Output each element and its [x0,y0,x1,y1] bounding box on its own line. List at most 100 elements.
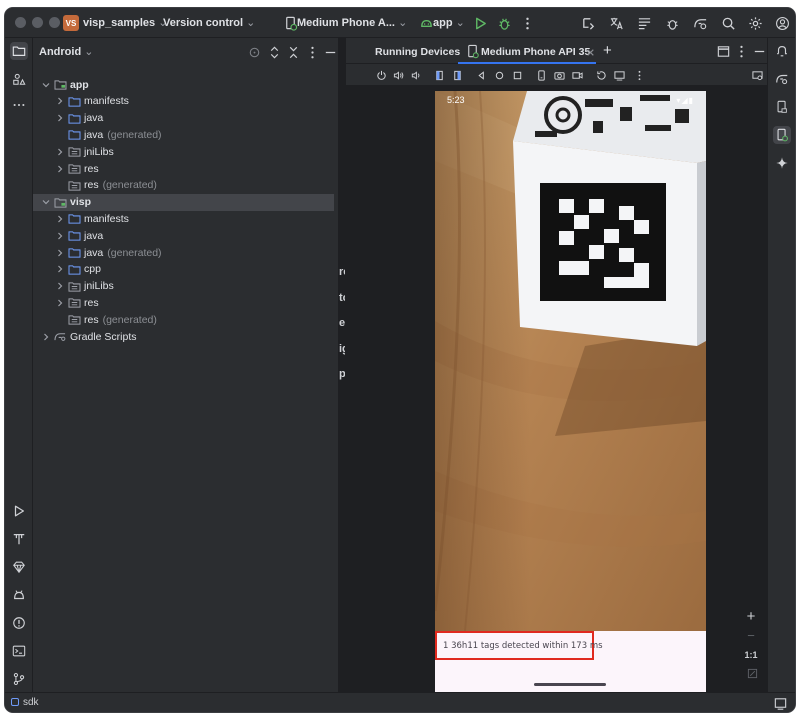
fit-screen-icon[interactable] [745,666,759,680]
gradle-tool-icon[interactable] [773,70,791,88]
terminal-icon[interactable] [10,642,28,660]
power-icon[interactable] [374,68,388,82]
project-view-label: Android [39,46,82,58]
locate-file-icon[interactable] [245,43,263,61]
extended-controls-icon[interactable] [612,68,626,82]
app-quality-insights-icon[interactable] [10,558,28,576]
back-icon[interactable] [474,68,488,82]
screen-record-icon[interactable] [570,68,584,82]
window-layout-icon[interactable] [714,42,732,60]
translate-icon[interactable] [607,14,625,32]
gradle-sync-icon[interactable] [579,14,597,32]
chevron-down-icon[interactable] [41,80,51,90]
overview-icon[interactable] [510,68,524,82]
home-icon[interactable] [492,68,506,82]
chevron-right-icon[interactable] [55,248,65,258]
minimize-window-icon[interactable] [32,17,43,28]
screenshot-icon[interactable] [552,68,566,82]
resource-manager-icon[interactable] [10,70,28,88]
expand-all-icon[interactable] [265,43,283,61]
close-window-icon[interactable] [15,17,26,28]
notifications-icon[interactable] [773,42,791,60]
chevron-right-icon[interactable] [55,264,65,274]
project-badge[interactable]: VS [63,15,79,31]
maximize-window-icon[interactable] [49,17,60,28]
device-selector[interactable]: Medium Phone A... ⌄ [297,16,407,29]
problems-icon[interactable] [10,614,28,632]
hide-running-devices-icon[interactable] [750,42,768,60]
run-config-selector[interactable]: app ⌄ [433,16,465,29]
vcs-menu[interactable]: Version control ⌄ [163,16,255,29]
chevron-right-icon[interactable] [55,164,65,174]
actual-size-button[interactable]: 1:1 [743,650,759,660]
tree-item-java[interactable]: java (generated) [33,126,334,143]
volume-down-icon[interactable] [408,68,422,82]
layout-inspector-icon[interactable] [635,14,653,32]
build-tool-icon[interactable] [10,530,28,548]
collapse-all-icon[interactable] [284,43,302,61]
device-manager-icon[interactable] [773,98,791,116]
android-device-icon[interactable] [10,586,28,604]
zoom-in-button[interactable]: + [743,608,759,625]
account-icon[interactable] [773,14,791,32]
project-tool-icon[interactable] [10,42,28,60]
chevron-right-icon[interactable] [55,231,65,241]
chevron-right-icon[interactable] [55,96,65,106]
zoom-out-button[interactable]: − [743,628,759,643]
tree-item-app[interactable]: app [33,76,334,93]
add-tab-button[interactable]: + [603,42,612,59]
search-icon[interactable] [719,14,737,32]
chevron-right-icon[interactable] [55,298,65,308]
chevron-right-icon[interactable] [55,281,65,291]
chevron-right-icon[interactable] [55,147,65,157]
tree-item-gradle-scripts[interactable]: Gradle Scripts [33,328,334,345]
device-selector-label: Medium Phone A... [297,17,395,29]
tree-item-jnilibs[interactable]: jniLibs [33,143,334,160]
snapshot-icon[interactable] [594,68,608,82]
hide-panel-icon[interactable] [321,43,339,61]
display-settings-icon[interactable] [750,68,764,82]
toolbar-more-icon[interactable] [632,68,646,82]
device-frame-icon[interactable] [534,68,548,82]
tree-item-manifests[interactable]: manifests [33,210,334,227]
volume-up-icon[interactable] [391,68,405,82]
options-icon[interactable] [303,43,321,61]
debug-icon[interactable] [495,14,513,32]
run-tool-icon[interactable] [10,502,28,520]
chevron-right-icon[interactable] [55,113,65,123]
tree-item-res[interactable]: res [33,294,334,311]
panel-options-icon[interactable] [732,42,750,60]
tree-item-manifests[interactable]: manifests [33,93,334,110]
tree-item-java[interactable]: java (generated) [33,244,334,261]
gemini-icon[interactable] [773,154,791,172]
status-bar-widget-icon[interactable] [771,694,789,712]
rotate-right-icon[interactable] [450,68,464,82]
bug-icon[interactable] [663,14,681,32]
tree-item-res[interactable]: res [33,160,334,177]
chevron-down-icon[interactable] [41,197,51,207]
gesture-home-bar[interactable] [534,683,606,686]
more-actions-icon[interactable] [518,14,536,32]
tree-item-java[interactable]: java [33,110,334,127]
project-selector[interactable]: visp_samples ⌄ [83,16,167,29]
tree-item-visp[interactable]: visp [33,193,334,211]
tree-item-java[interactable]: java [33,227,334,244]
run-icon[interactable] [471,14,489,32]
more-tools-icon[interactable] [10,96,28,114]
tree-item-cpp[interactable]: cpp [33,261,334,278]
project-view-selector[interactable]: Android ⌄ [39,45,93,58]
rotate-left-icon[interactable] [432,68,446,82]
device-tab[interactable]: Medium Phone API 35 [481,46,590,58]
tree-item-res[interactable]: res (generated) [33,177,334,194]
settings-icon[interactable] [746,14,764,32]
close-tab-icon[interactable] [581,43,599,61]
profiler-icon[interactable] [691,14,709,32]
running-devices-tool-icon[interactable] [773,126,791,144]
emulator-screen[interactable]: 5:23 ▾◢▮ 1 36h11 tags detected within 17… [435,91,706,693]
tree-item-res[interactable]: res (generated) [33,311,334,328]
version-control-icon[interactable] [10,670,28,688]
chevron-right-icon[interactable] [55,214,65,224]
chevron-right-icon[interactable] [41,332,51,342]
status-bar-breadcrumb[interactable]: sdk [23,697,39,708]
tree-item-jnilibs[interactable]: jniLibs [33,278,334,295]
